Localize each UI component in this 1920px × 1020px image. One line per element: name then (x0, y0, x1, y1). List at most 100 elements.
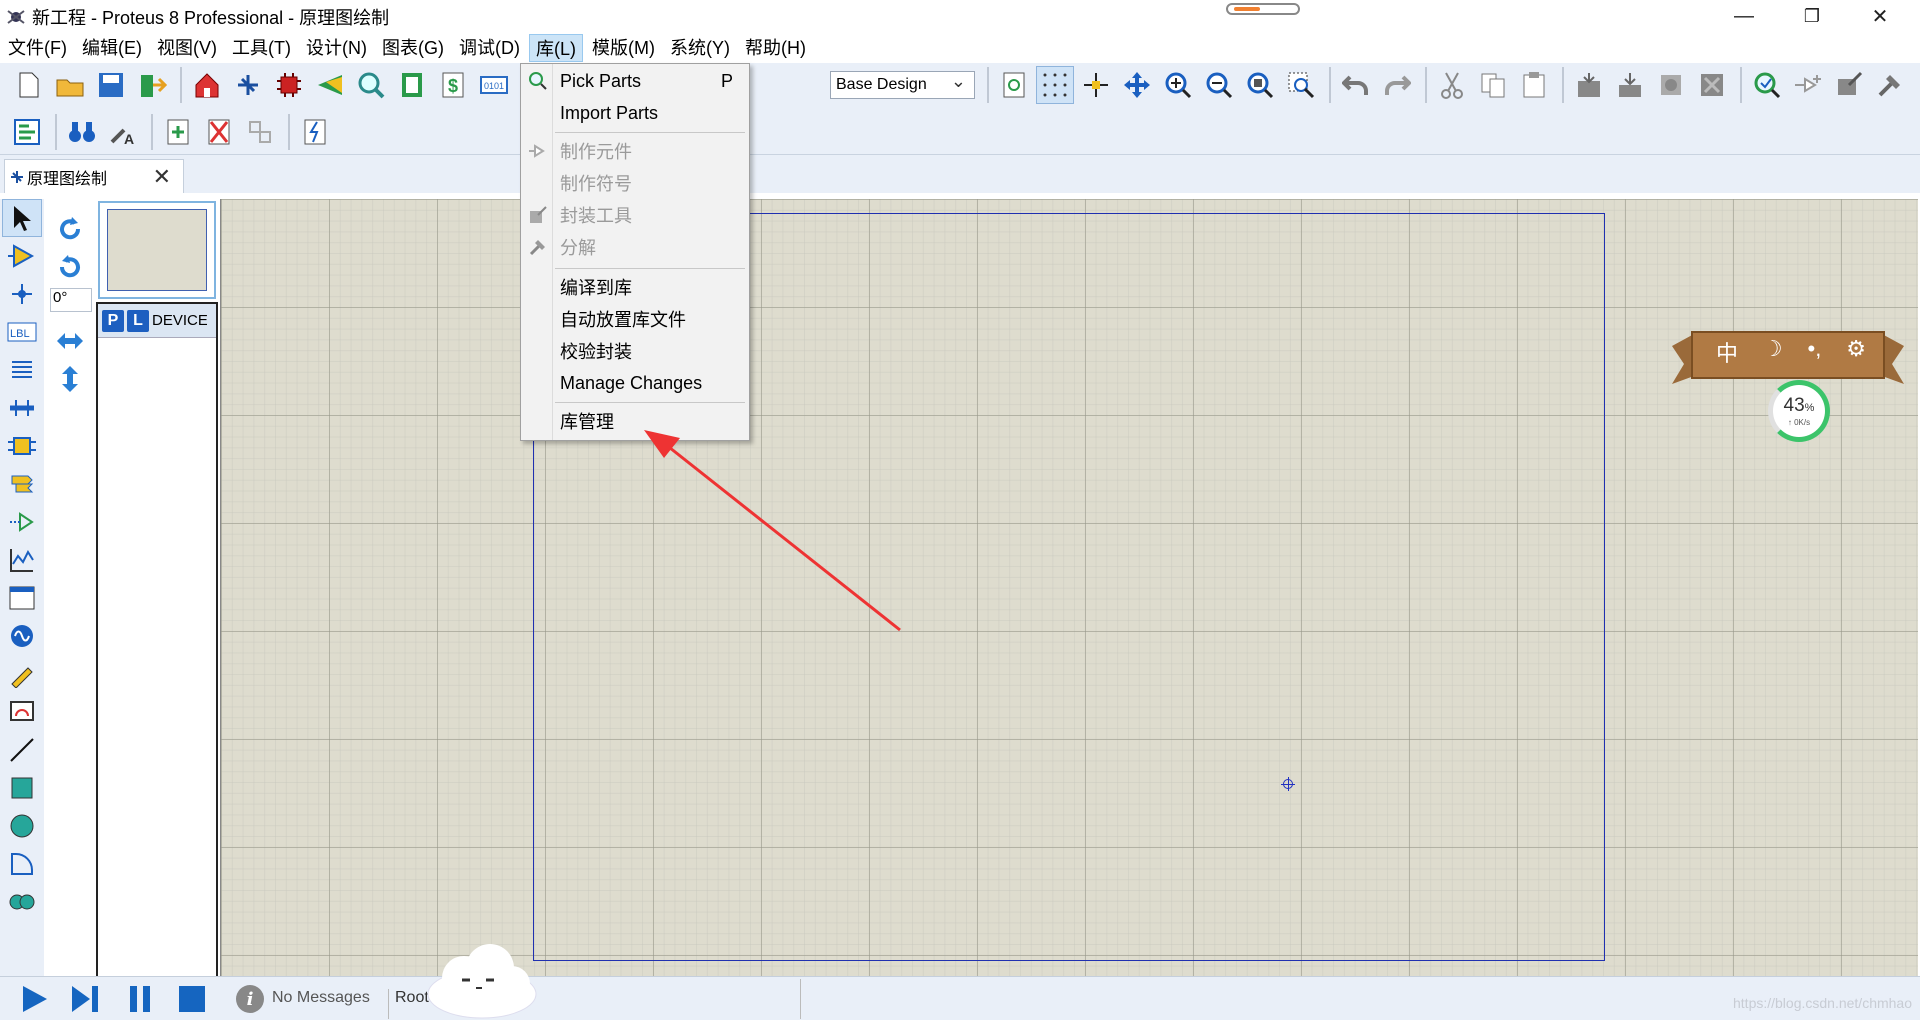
overview-window[interactable] (98, 201, 216, 299)
origin-icon[interactable] (1077, 66, 1115, 104)
packaging-tool-icon[interactable] (1830, 66, 1868, 104)
device-pins-icon[interactable] (2, 503, 42, 541)
block-delete-icon[interactable] (1693, 66, 1731, 104)
menu-template[interactable]: 模版(M) (586, 34, 661, 62)
pick-devices-button[interactable]: P (102, 309, 124, 332)
circle-tool-icon[interactable] (2, 807, 42, 845)
zoom-in-icon[interactable] (1159, 66, 1197, 104)
generator-icon[interactable] (2, 617, 42, 655)
subcircuit-icon[interactable] (2, 427, 42, 465)
block-copy-icon[interactable] (1570, 66, 1608, 104)
widget-settings-icon[interactable]: ⚙ (1846, 336, 1866, 368)
rotation-angle-field[interactable]: 0° (50, 288, 92, 312)
source-code-icon[interactable]: 0101 (475, 66, 513, 104)
gerber-viewer-icon[interactable] (352, 66, 390, 104)
menu-tools[interactable]: 工具(T) (226, 34, 297, 62)
close-project-icon[interactable] (133, 66, 171, 104)
save-icon[interactable] (92, 66, 130, 104)
voltage-probe-icon[interactable] (2, 655, 42, 693)
pause-icon[interactable] (122, 983, 158, 1015)
undo-icon[interactable] (1337, 66, 1375, 104)
rotate-anticlockwise-icon[interactable] (48, 248, 92, 286)
tab-schematic[interactable]: 原理图绘制 ✕ (4, 159, 184, 193)
virtual-instruments-icon[interactable] (2, 693, 42, 731)
delete-sheet-icon[interactable] (200, 113, 238, 151)
widget-punctuation-icon[interactable]: •, (1808, 336, 1822, 368)
restore-button[interactable]: ❐ (1784, 0, 1840, 33)
rotate-clockwise-icon[interactable] (48, 210, 92, 248)
library-manager-button[interactable]: L (127, 309, 149, 332)
stop-icon[interactable] (174, 983, 210, 1015)
search-binoculars-icon[interactable] (63, 113, 101, 151)
design-variant-select[interactable]: Base Design (830, 68, 975, 99)
step-icon[interactable] (68, 983, 104, 1015)
menu-item-autoplace-library[interactable]: 自动放置库文件 (521, 304, 749, 334)
property-assignment-icon[interactable] (8, 113, 46, 151)
terminals-mode-icon[interactable] (2, 465, 42, 503)
menu-file[interactable]: 文件(F) (2, 34, 73, 62)
schematic-canvas[interactable] (220, 199, 1918, 976)
menu-item-manage-changes[interactable]: Manage Changes (521, 368, 749, 398)
tape-recorder-icon[interactable] (2, 579, 42, 617)
paste-icon[interactable] (1515, 66, 1553, 104)
zoom-out-icon[interactable] (1200, 66, 1238, 104)
schematic-icon[interactable] (229, 66, 267, 104)
junction-dot-icon[interactable] (2, 275, 42, 313)
menu-item-verify-packages[interactable]: 校验封装 (521, 336, 749, 366)
menu-item-pick-parts[interactable]: Pick Parts P (521, 66, 749, 96)
menu-graph[interactable]: 图表(G) (376, 34, 450, 62)
arc-tool-icon[interactable] (2, 845, 42, 883)
info-icon[interactable]: i (236, 985, 264, 1013)
pick-parts-icon[interactable] (1748, 66, 1786, 104)
path-tool-icon[interactable] (2, 883, 42, 921)
bus-icon[interactable] (2, 389, 42, 427)
tab-close-icon[interactable]: ✕ (153, 164, 171, 190)
electrical-rule-check-icon[interactable] (296, 113, 334, 151)
3d-viewer-icon[interactable] (311, 66, 349, 104)
menu-debug[interactable]: 调试(D) (453, 34, 526, 62)
menu-design[interactable]: 设计(N) (300, 34, 373, 62)
copy-icon[interactable] (1474, 66, 1512, 104)
grid-toggle-icon[interactable] (1036, 66, 1074, 104)
refresh-icon[interactable] (995, 66, 1033, 104)
new-file-icon[interactable] (10, 66, 48, 104)
property-tool-icon[interactable]: A (104, 113, 142, 151)
menu-help[interactable]: 帮助(H) (739, 34, 812, 62)
home-icon[interactable] (188, 66, 226, 104)
play-icon[interactable] (16, 983, 52, 1015)
minimize-button[interactable]: — (1716, 0, 1772, 33)
menu-view[interactable]: 视图(V) (151, 34, 223, 62)
bill-of-materials-icon[interactable]: $ (434, 66, 472, 104)
menu-edit[interactable]: 编辑(E) (76, 34, 148, 62)
component-mode-icon[interactable] (2, 237, 42, 275)
menu-system[interactable]: 系统(Y) (664, 34, 736, 62)
pcb-layout-icon[interactable] (270, 66, 308, 104)
close-button[interactable]: ✕ (1852, 0, 1908, 33)
decompose-icon[interactable] (1871, 66, 1909, 104)
wire-label-icon[interactable]: LBL (2, 313, 42, 351)
widget-moon-icon[interactable]: ☽ (1763, 336, 1783, 368)
pan-icon[interactable] (1118, 66, 1156, 104)
menu-library[interactable]: 库(L) (528, 34, 583, 62)
line-tool-icon[interactable] (2, 731, 42, 769)
status-messages[interactable]: No Messages (272, 989, 370, 1007)
new-sheet-icon[interactable] (159, 113, 197, 151)
box-tool-icon[interactable] (2, 769, 42, 807)
block-rotate-icon[interactable] (1652, 66, 1690, 104)
design-explorer-icon[interactable] (393, 66, 431, 104)
menu-item-import-parts[interactable]: Import Parts (521, 98, 749, 128)
redo-icon[interactable] (1378, 66, 1416, 104)
widget-chinese-input-icon[interactable]: 中 (1716, 336, 1738, 368)
zoom-area-icon[interactable] (1282, 66, 1320, 104)
cut-icon[interactable] (1433, 66, 1471, 104)
selection-mode-icon[interactable] (2, 199, 42, 237)
exit-to-parent-icon[interactable] (241, 113, 279, 151)
mirror-vertical-icon[interactable] (48, 360, 92, 398)
menu-item-compile-to-library[interactable]: 编译到库 (521, 272, 749, 302)
open-folder-icon[interactable] (51, 66, 89, 104)
make-device-icon[interactable] (1789, 66, 1827, 104)
text-script-icon[interactable] (2, 351, 42, 389)
zoom-all-icon[interactable] (1241, 66, 1279, 104)
block-move-icon[interactable] (1611, 66, 1649, 104)
graph-mode-icon[interactable] (2, 541, 42, 579)
